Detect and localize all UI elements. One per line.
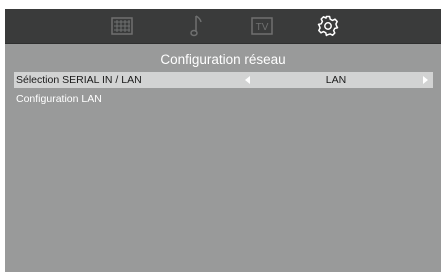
tab-picture[interactable] <box>108 14 136 38</box>
tv-icon-label: TV <box>256 22 269 33</box>
menu-item-serial-lan-selection[interactable]: Sélection SERIAL IN / LAN LAN <box>14 72 433 88</box>
menu-item-label: Configuration LAN <box>16 93 102 105</box>
screen: TV Configuration réseau Sélection SERIAL… <box>5 9 441 272</box>
tab-tv[interactable]: TV <box>248 14 276 38</box>
music-note-icon <box>190 15 202 37</box>
tab-settings[interactable] <box>314 14 342 38</box>
menu-item-label: Sélection SERIAL IN / LAN <box>16 74 142 86</box>
picture-icon <box>111 17 133 35</box>
page-title: Configuration réseau <box>160 52 286 67</box>
menu-item-value: LAN <box>325 74 347 86</box>
menu-item-lan-configuration[interactable]: Configuration LAN <box>14 91 433 107</box>
right-arrow-icon[interactable] <box>423 76 428 84</box>
tab-sound[interactable] <box>183 14 211 38</box>
top-menu-bar: TV <box>5 9 441 44</box>
gear-icon <box>317 15 339 37</box>
tv-icon: TV <box>251 17 273 35</box>
